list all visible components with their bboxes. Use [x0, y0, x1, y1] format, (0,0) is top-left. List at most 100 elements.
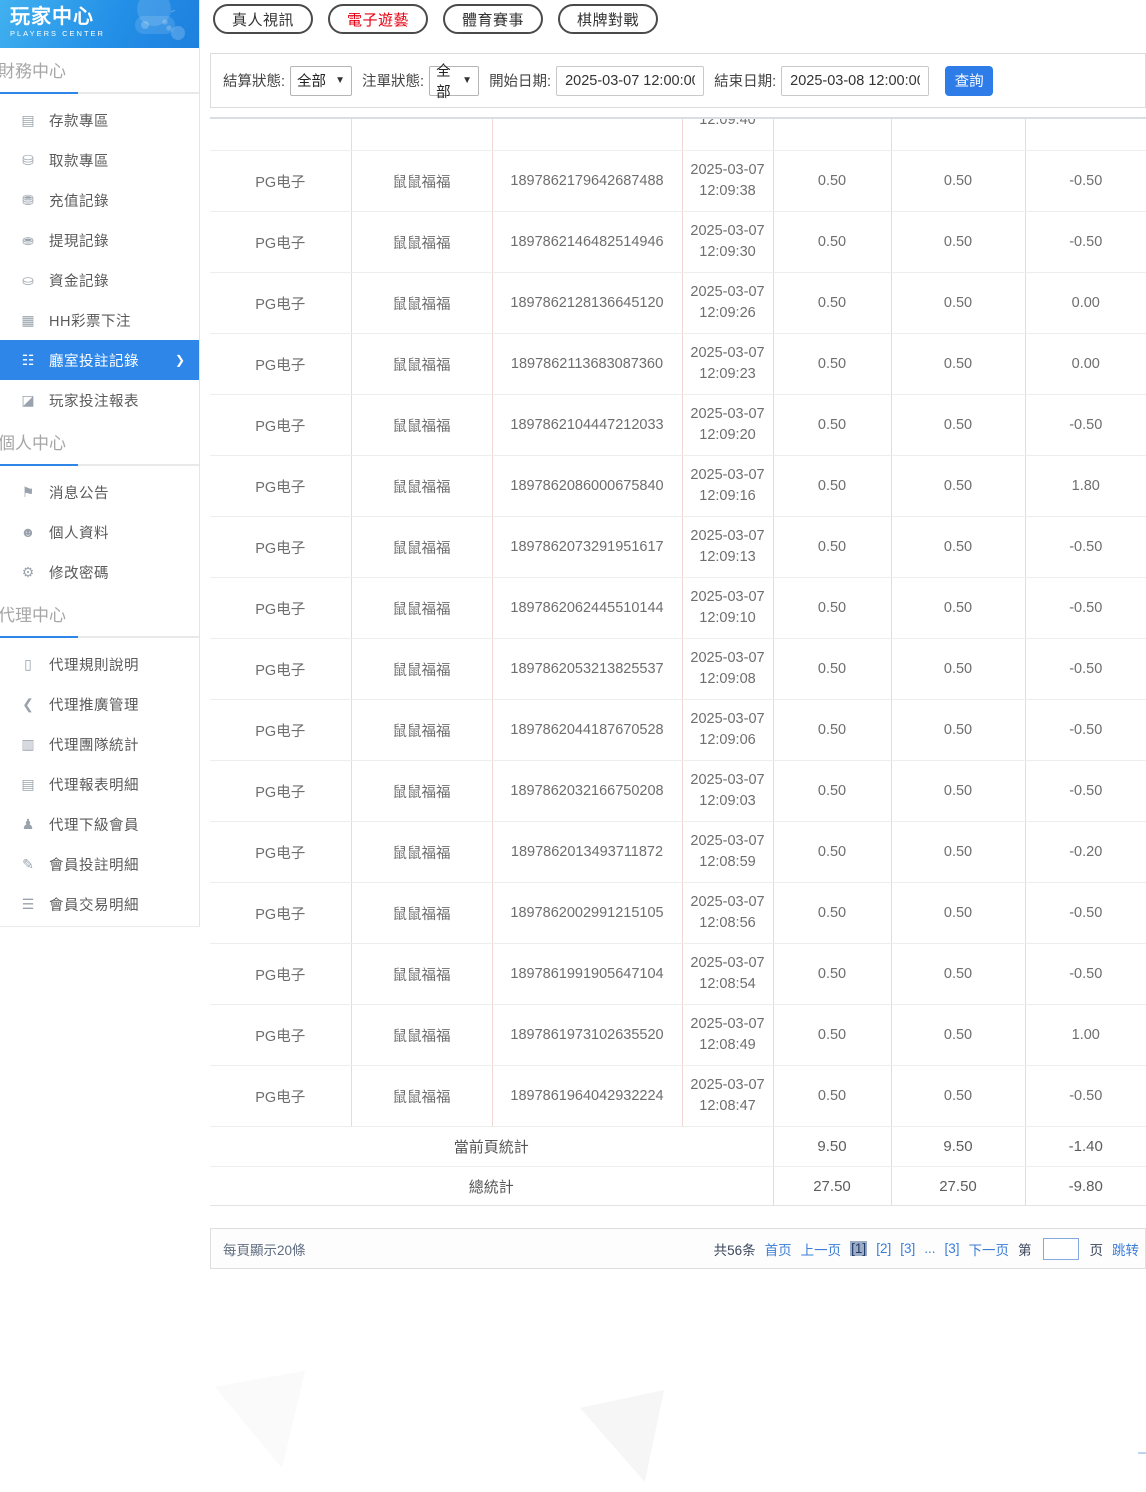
- decor-triangle: [215, 1371, 322, 1478]
- order-status-select[interactable]: 全部 ▼: [429, 66, 479, 96]
- document-icon: ▯: [18, 656, 38, 673]
- table-row: PG电子鼠鼠福福18978621136830873602025-03-0712:…: [210, 334, 1146, 395]
- table-row: PG电子鼠鼠福福18978620624455101442025-03-0712:…: [210, 578, 1146, 639]
- total-stats-bet: 27.50: [773, 1167, 891, 1207]
- end-date-input[interactable]: [781, 66, 929, 96]
- table-row: PG电子鼠鼠福福18978620732919516172025-03-0712:…: [210, 517, 1146, 578]
- total-stats-label: 總統計: [210, 1167, 773, 1207]
- section-title-personal: 個人中心: [0, 433, 199, 455]
- sidebar-item-withdraw-area[interactable]: ⛁取款專區: [0, 140, 199, 180]
- sidebar-item-personal-profile[interactable]: ☻個人資料: [0, 512, 199, 552]
- bet-time-cell: 2025-03-0712:09:23: [682, 334, 773, 395]
- share-icon: ❮: [18, 696, 38, 713]
- table-row-partial: 12:09:40: [210, 117, 1146, 151]
- tab-真人視訊[interactable]: 真人視訊: [213, 4, 313, 34]
- table-row: PG电子鼠鼠福福18978620532138255372025-03-0712:…: [210, 639, 1146, 700]
- sidebar-item-agent-report-detail[interactable]: ▤代理報表明細: [0, 764, 199, 804]
- order-status-value: 全部: [436, 60, 458, 102]
- gear-icon: ⚙: [18, 564, 38, 581]
- jump-suffix-label: 页: [1090, 1239, 1104, 1259]
- sidebar-item-label: 代理規則說明: [49, 654, 139, 675]
- next-page-link[interactable]: 下一页: [969, 1239, 1010, 1259]
- prev-page-link[interactable]: 上一页: [801, 1239, 842, 1259]
- sidebar-item-hh-lottery-bet[interactable]: ▦HH彩票下注: [0, 300, 199, 340]
- pagination-controls: 共56条 首页 上一页 [1][2][3]...[3] 下一页 第 页 跳转: [714, 1238, 1139, 1260]
- bet-time-cell: 2025-03-0712:09:38: [682, 151, 773, 212]
- first-page-link[interactable]: 首页: [765, 1239, 792, 1259]
- order-status-label: 注單狀態:: [362, 70, 424, 91]
- search-button[interactable]: 查詢: [945, 66, 993, 96]
- clipboard-icon: ✎: [18, 856, 38, 873]
- sidebar-item-label: 消息公告: [49, 482, 109, 503]
- bet-time-cell: 2025-03-0712:08:47: [682, 1066, 773, 1127]
- sidebar-item-player-bet-report[interactable]: ◪玩家投注報表: [0, 380, 199, 420]
- sidebar-item-recharge-record[interactable]: ⛃充值記錄: [0, 180, 199, 220]
- table-row: PG电子鼠鼠福福18978619919056471042025-03-0712:…: [210, 944, 1146, 1005]
- bet-time-cell: 2025-03-0712:09:10: [682, 578, 773, 639]
- bet-time-cell: 2025-03-0712:09:06: [682, 700, 773, 761]
- table-row: PG电子鼠鼠福福18978621281366451202025-03-0712:…: [210, 273, 1146, 334]
- sidebar: 玩家中心 PLAYERS CENTER 財務中心 ▤存款專區⛁取款專區⛃充值記錄…: [0, 0, 200, 927]
- sidebar-item-member-bet-detail[interactable]: ✎會員投註明細: [0, 844, 199, 884]
- news-stats-icon: ▥: [18, 736, 38, 753]
- page-link[interactable]: [1]: [850, 1241, 867, 1256]
- bet-time-cell: 2025-03-0712:09:26: [682, 273, 773, 334]
- bet-time-cell: 2025-03-0712:08:54: [682, 944, 773, 1005]
- lines-icon: ☰: [18, 896, 38, 913]
- sidebar-section-finance: 財務中心 ▤存款專區⛁取款專區⛃充值記錄⛂提現記錄⛀資金記錄▦HH彩票下注☷廳室…: [0, 61, 199, 420]
- table-row: PG电子鼠鼠福福18978621796426874882025-03-0712:…: [210, 151, 1146, 212]
- filter-bar: 結算狀態: 全部 ▼ 注單狀態: 全部 ▼ 開始日期: 結束日期: 查詢: [210, 53, 1146, 108]
- per-page-label: 每頁顯示20條: [223, 1239, 306, 1259]
- people-icon: ♟: [18, 816, 38, 833]
- jump-action-link[interactable]: 跳转: [1112, 1239, 1139, 1259]
- sidebar-item-label: 個人資料: [49, 522, 109, 543]
- table-row: PG电子鼠鼠福福18978620134937118722025-03-0712:…: [210, 822, 1146, 883]
- sidebar-item-member-transaction-detail[interactable]: ☰會員交易明細: [0, 884, 199, 924]
- hand-coin-icon: ⛁: [18, 152, 38, 169]
- sidebar-item-agent-sub-members[interactable]: ♟代理下級會員: [0, 804, 199, 844]
- section-divider: [0, 464, 199, 466]
- bet-time-cell: 2025-03-0712:09:30: [682, 212, 773, 273]
- sidebar-item-funds-record[interactable]: ⛀ 資金記錄: [0, 260, 199, 300]
- bet-time-cell: 2025-03-0712:09:13: [682, 517, 773, 578]
- sidebar-section-agent: 代理中心 ▯代理規則說明❮代理推廣管理▥代理團隊統計▤代理報表明細♟代理下級會員…: [0, 605, 199, 924]
- sidebar-item-label: 提現記錄: [49, 230, 109, 251]
- sidebar-item-message-announcement[interactable]: ⚑ 消息公告: [0, 472, 199, 512]
- table-row: PG电子鼠鼠福福18978620860006758402025-03-0712:…: [210, 456, 1146, 517]
- page-link[interactable]: [2]: [876, 1241, 891, 1256]
- sidebar-item-deposit-area[interactable]: ▤存款專區: [0, 100, 199, 140]
- sidebar-item-agent-team-stats[interactable]: ▥代理團隊統計: [0, 724, 199, 764]
- tab-體育賽事[interactable]: 體育賽事: [443, 4, 543, 34]
- page-link[interactable]: [3]: [900, 1241, 915, 1256]
- news-report-icon: ▤: [18, 776, 38, 793]
- sidebar-item-agent-rules[interactable]: ▯ 代理規則說明: [0, 644, 199, 684]
- start-date-input[interactable]: [556, 66, 704, 96]
- sidebar-item-withdrawal-record[interactable]: ⛂ 提現記錄: [0, 220, 199, 260]
- sidebar-item-room-bet-record[interactable]: ☷廳室投註記錄❯: [0, 340, 199, 380]
- page-number-links: [1][2][3]...[3]: [850, 1241, 959, 1256]
- page-link[interactable]: [3]: [944, 1241, 959, 1256]
- bet-time-cell: 2025-03-0712:09:08: [682, 639, 773, 700]
- bet-time-cell: 2025-03-0712:08:49: [682, 1005, 773, 1066]
- bell-icon: ⚑: [18, 484, 38, 501]
- tab-棋牌對戰[interactable]: 棋牌對戰: [558, 4, 658, 34]
- sidebar-item-label: 廳室投註記錄: [49, 350, 139, 371]
- settle-status-select[interactable]: 全部 ▼: [290, 66, 352, 96]
- sidebar-item-label: 資金記錄: [49, 270, 109, 291]
- money-bag-icon: ⛃: [18, 192, 38, 209]
- sidebar-item-label: 修改密碼: [49, 562, 109, 583]
- sidebar-header: 玩家中心 PLAYERS CENTER: [0, 0, 199, 48]
- bet-time-cell: 2025-03-0712:08:56: [682, 883, 773, 944]
- sidebar-section-personal: 個人中心 ⚑ 消息公告 ☻個人資料 ⚙ 修改密碼: [0, 433, 199, 592]
- sidebar-item-change-password[interactable]: ⚙ 修改密碼: [0, 552, 199, 592]
- page-stats-bet: 9.50: [773, 1127, 891, 1167]
- bet-records-table-container: 12:09:40PG电子鼠鼠福福18978621796426874882025-…: [210, 117, 1146, 1206]
- gamepad-icon: [133, 10, 177, 38]
- wallet-icon: ⛂: [18, 232, 38, 249]
- tab-電子遊藝[interactable]: 電子遊藝: [328, 4, 428, 34]
- purse-icon: ⛀: [18, 272, 38, 289]
- jump-page-input[interactable]: [1043, 1238, 1079, 1260]
- table-row: PG电子鼠鼠福福18978620029912151052025-03-0712:…: [210, 883, 1146, 944]
- sidebar-item-agent-promotion[interactable]: ❮代理推廣管理: [0, 684, 199, 724]
- total-stats-winlose: -9.80: [1025, 1167, 1146, 1207]
